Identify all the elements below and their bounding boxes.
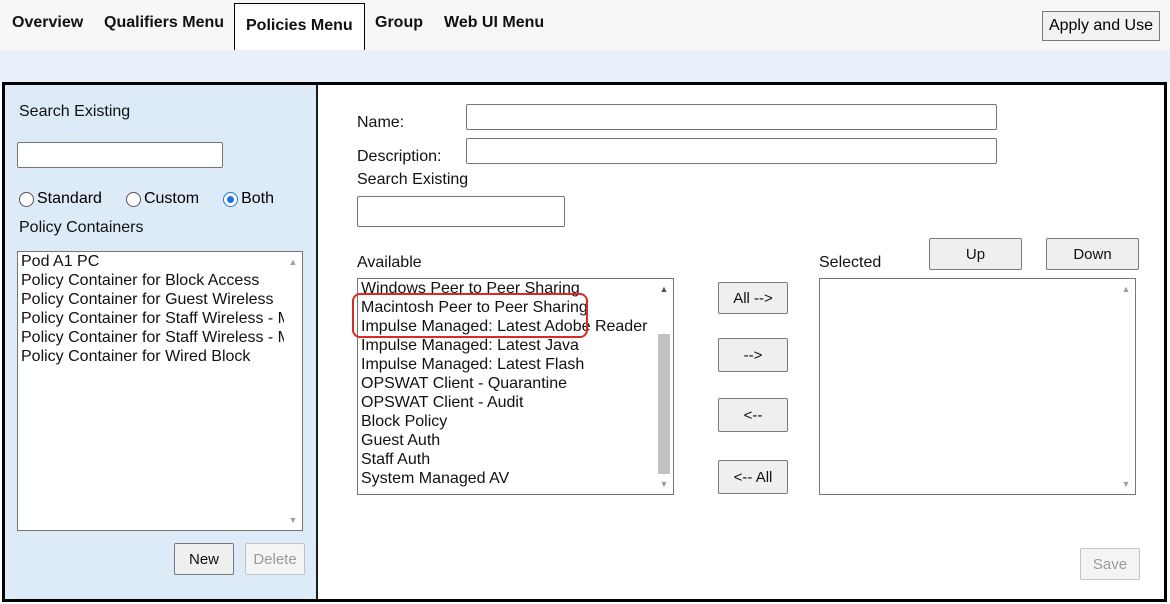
- list-item[interactable]: Macintosh Peer to Peer Sharing: [358, 298, 655, 317]
- search-existing-label: Search Existing: [19, 103, 131, 120]
- list-item[interactable]: Staff Auth: [358, 450, 655, 469]
- move-right-button[interactable]: -->: [718, 338, 788, 372]
- save-button[interactable]: Save: [1080, 548, 1140, 580]
- search-existing-label: Search Existing: [357, 171, 469, 188]
- radio-both-label: Both: [241, 190, 274, 207]
- scroll-down-arrow-icon[interactable]: ▼: [1117, 476, 1135, 492]
- list-item[interactable]: System Managed AV: [358, 469, 655, 488]
- list-item[interactable]: Impulse Managed: Latest Flash: [358, 355, 655, 374]
- description-label: Description:: [357, 148, 442, 165]
- tab-policies-menu[interactable]: Policies Menu: [234, 3, 365, 50]
- down-button[interactable]: Down: [1046, 238, 1139, 270]
- scroll-down-arrow-icon[interactable]: ▼: [284, 512, 302, 528]
- name-field[interactable]: [466, 104, 997, 130]
- move-all-left-button[interactable]: <-- All: [718, 460, 788, 494]
- up-button[interactable]: Up: [929, 238, 1022, 270]
- policy-type-radio-group: Standard Custom Both: [19, 190, 298, 208]
- list-item[interactable]: Guest Auth: [358, 431, 655, 450]
- toolbar-strip: [0, 50, 1170, 82]
- available-label: Available: [357, 254, 422, 271]
- list-item[interactable]: OPSWAT Client - Audit: [358, 393, 655, 412]
- list-item[interactable]: Policy Container for Wired Block: [18, 347, 284, 366]
- scroll-up-arrow-icon[interactable]: ▲: [284, 254, 302, 270]
- tab-overview[interactable]: Overview: [12, 14, 83, 32]
- selected-scrollbar[interactable]: ▲ ▼: [1117, 279, 1135, 494]
- radio-custom[interactable]: Custom: [125, 190, 200, 208]
- new-button[interactable]: New: [174, 543, 234, 575]
- scroll-thumb[interactable]: [658, 334, 670, 474]
- list-item[interactable]: Impulse Managed: Latest Adobe Reader: [358, 317, 655, 336]
- policy-containers-list[interactable]: Pod A1 PC Policy Container for Block Acc…: [17, 251, 303, 531]
- scroll-down-arrow-icon[interactable]: ▼: [655, 476, 673, 492]
- containers-scrollbar[interactable]: ▲ ▼: [284, 252, 302, 530]
- move-all-right-button[interactable]: All -->: [718, 282, 788, 314]
- top-menu-bar: Overview Qualifiers Menu Policies Menu G…: [0, 0, 1170, 50]
- scroll-up-arrow-icon[interactable]: ▲: [655, 281, 673, 297]
- list-item[interactable]: Impulse Managed: Latest Java: [358, 336, 655, 355]
- selected-label: Selected: [819, 254, 882, 271]
- policy-containers-label: Policy Containers: [19, 219, 144, 236]
- radio-both[interactable]: Both: [223, 190, 274, 208]
- list-item[interactable]: Policy Container for Block Access: [18, 271, 284, 290]
- list-item[interactable]: Policy Container for Staff Wireless - M: [18, 309, 284, 328]
- list-item[interactable]: OPSWAT Client - Quarantine: [358, 374, 655, 393]
- tab-group[interactable]: Group: [375, 14, 423, 32]
- selected-list[interactable]: ▲ ▼: [819, 278, 1136, 495]
- right-panel: Name: Description: Search Existing Avail…: [320, 85, 1164, 599]
- description-field[interactable]: [466, 138, 997, 164]
- scroll-up-arrow-icon[interactable]: ▲: [1117, 281, 1135, 297]
- list-item[interactable]: Block Policy: [358, 412, 655, 431]
- list-item[interactable]: Policy Container for Staff Wireless - M: [18, 328, 284, 347]
- tab-qualifiers-menu[interactable]: Qualifiers Menu: [104, 14, 224, 32]
- tab-web-ui-menu[interactable]: Web UI Menu: [444, 14, 544, 32]
- available-list[interactable]: Windows Peer to Peer Sharing Macintosh P…: [357, 278, 674, 495]
- radio-standard[interactable]: Standard: [19, 190, 102, 208]
- radio-both-circle[interactable]: [223, 191, 239, 207]
- list-item[interactable]: Windows Peer to Peer Sharing: [358, 279, 655, 298]
- radio-custom-label: Custom: [143, 190, 200, 207]
- radio-standard-label: Standard: [37, 190, 102, 207]
- name-label: Name:: [357, 114, 405, 131]
- left-search-input[interactable]: [17, 142, 223, 168]
- move-left-button[interactable]: <--: [718, 398, 788, 432]
- right-search-input[interactable]: [357, 196, 565, 227]
- left-panel: Search Existing Standard Custom Both Pol…: [5, 85, 318, 599]
- policies-frame: Search Existing Standard Custom Both Pol…: [2, 82, 1167, 602]
- radio-custom-circle[interactable]: [125, 191, 141, 207]
- list-item[interactable]: Pod A1 PC: [18, 252, 284, 271]
- available-scrollbar[interactable]: ▲ ▼: [655, 279, 673, 494]
- list-item[interactable]: Policy Container for Guest Wireless: [18, 290, 284, 309]
- apply-and-use-button[interactable]: Apply and Use: [1041, 11, 1160, 41]
- radio-standard-circle[interactable]: [19, 191, 34, 207]
- delete-button[interactable]: Delete: [245, 543, 305, 575]
